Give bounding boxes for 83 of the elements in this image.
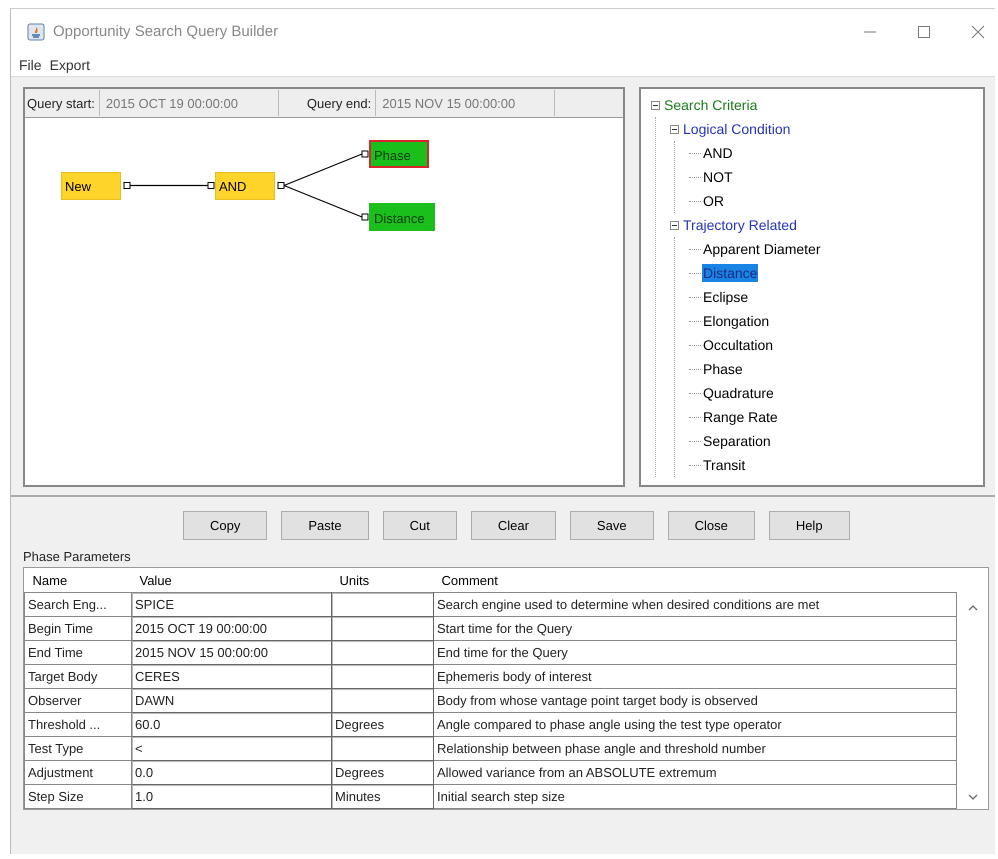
tree-item[interactable]: Range Rate (702, 408, 779, 426)
port-icon[interactable] (362, 214, 368, 220)
menu-item[interactable]: Export (50, 57, 90, 73)
table-cell[interactable]: 1.0 (132, 784, 332, 808)
tree-item[interactable]: NOT (702, 168, 734, 186)
app-icon (27, 22, 45, 40)
table-cell[interactable]: DAWN (132, 688, 332, 712)
tree-item[interactable]: Quadrature (702, 384, 775, 402)
table-cell[interactable]: 2015 OCT 19 00:00:00 (132, 616, 332, 640)
query-end-field[interactable]: 2015 NOV 15 00:00:00 (375, 90, 556, 116)
query-start-field[interactable]: 2015 OCT 19 00:00:00 (98, 90, 279, 116)
table-cell: Observer (24, 688, 132, 712)
query-node[interactable]: New (61, 172, 121, 200)
maximize-icon[interactable] (917, 24, 931, 38)
query-start-label: Query start: (26, 96, 96, 110)
action-button[interactable]: Paste (281, 511, 369, 540)
table-cell[interactable]: 60.0 (132, 712, 332, 736)
table-cell[interactable]: CERES (132, 664, 332, 688)
tree-item[interactable]: Eclipse (702, 288, 750, 306)
table-cell[interactable]: Minutes (332, 784, 434, 808)
table-cell[interactable]: SPICE (132, 592, 332, 616)
action-button[interactable]: Save (570, 511, 654, 540)
action-button[interactable]: Cut (382, 511, 457, 540)
action-button[interactable]: Help (768, 511, 850, 540)
tree-item[interactable]: Occultation (702, 336, 774, 354)
table-cell[interactable]: 0.0 (132, 760, 332, 784)
collapse-icon[interactable] (670, 124, 679, 134)
action-button[interactable]: Copy (183, 511, 268, 540)
tree-item[interactable]: Elongation (702, 312, 770, 330)
table-cell: Search Eng... (24, 592, 132, 616)
table-cell[interactable]: Degrees (332, 712, 434, 736)
table-cell: Initial search step size (434, 784, 956, 808)
collapse-icon[interactable] (670, 220, 679, 230)
table-cell[interactable] (332, 688, 434, 712)
port-icon[interactable] (124, 182, 130, 189)
table-cell[interactable] (332, 736, 434, 760)
table-cell: Relationship between phase angle and threshold number (434, 736, 956, 760)
scroll-down-icon[interactable] (968, 793, 978, 801)
table-cell: Test Type (24, 736, 132, 760)
table-cell: Body from whose vantage point target body is observed (434, 688, 956, 712)
query-node[interactable]: AND (215, 172, 275, 200)
table-cell: Begin Time (24, 616, 132, 640)
table-cell: Step Size (24, 784, 132, 808)
port-icon[interactable] (208, 182, 214, 189)
table-cell[interactable] (332, 640, 434, 664)
table-cell[interactable]: 2015 NOV 15 00:00:00 (132, 640, 332, 664)
table-cell: Search engine used to determine when desired conditions are met (434, 592, 956, 616)
section-title: Phase Parameters (23, 549, 132, 564)
table-cell[interactable] (332, 592, 434, 616)
collapse-icon[interactable] (651, 100, 660, 110)
table-cell: Allowed variance from an ABSOLUTE extremum (434, 760, 956, 784)
port-icon[interactable] (278, 182, 284, 189)
table-cell: Start time for the Query (434, 616, 956, 640)
port-icon[interactable] (362, 150, 368, 158)
query-node[interactable]: Distance (369, 203, 435, 231)
query-end-label: Query end: (306, 96, 372, 110)
window-title: Opportunity Search Query Builder (53, 23, 278, 40)
table-cell: End Time (24, 640, 132, 664)
table-cell[interactable]: Degrees (332, 760, 434, 784)
table-cell[interactable] (332, 664, 434, 688)
tree-item[interactable]: AND (702, 144, 734, 162)
table-cell: Threshold ... (24, 712, 132, 736)
table-cell[interactable]: < (132, 736, 332, 760)
tree-item[interactable]: Search Criteria (663, 96, 758, 114)
tree-item[interactable]: Separation (702, 432, 772, 450)
tree-item[interactable]: Logical Condition (682, 120, 792, 138)
scroll-up-icon[interactable] (968, 604, 978, 612)
tree-item[interactable]: OR (702, 192, 725, 210)
tree-item[interactable]: Transit (702, 456, 746, 474)
close-icon[interactable] (971, 24, 985, 38)
table-cell: Target Body (24, 664, 132, 688)
menu-item[interactable]: File (19, 57, 42, 73)
tree-item[interactable]: Trajectory Related (682, 216, 798, 234)
tree-item[interactable]: Phase (702, 360, 744, 378)
table-cell: Angle compared to phase angle using the test type operator (434, 712, 956, 736)
tree-item[interactable]: Apparent Diameter (702, 240, 822, 258)
table-cell[interactable] (332, 616, 434, 640)
table-cell: End time for the Query (434, 640, 956, 664)
action-button[interactable]: Clear (470, 511, 556, 540)
table-cell: Ephemeris body of interest (434, 664, 956, 688)
action-button[interactable]: Close (668, 511, 755, 540)
query-node[interactable]: Phase (369, 140, 429, 168)
table-cell: Adjustment (24, 760, 132, 784)
